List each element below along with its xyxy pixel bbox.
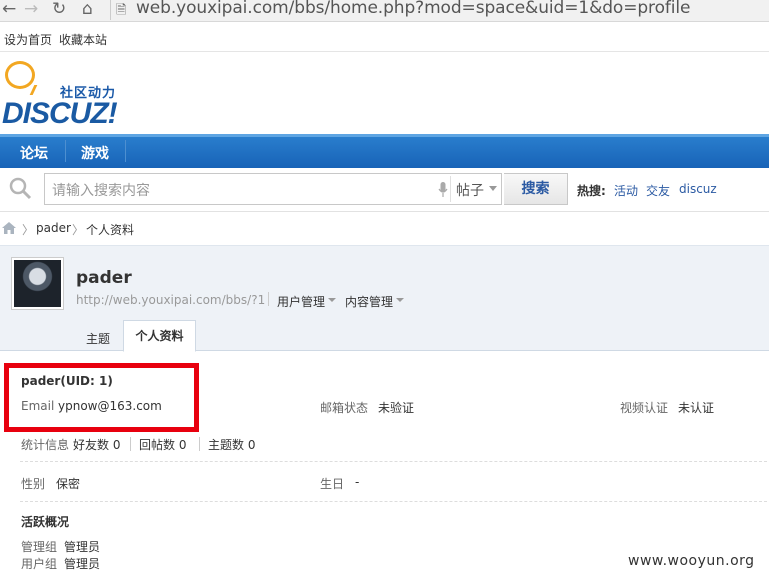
nav-item-forum[interactable]: 论坛	[20, 143, 48, 163]
set-home-link[interactable]: 设为首页	[4, 31, 52, 48]
nav-divider	[65, 140, 66, 162]
birthday-value: -	[355, 475, 360, 489]
search-button[interactable]: 搜索	[504, 173, 568, 205]
arrow-left-icon[interactable]: ←	[2, 0, 16, 18]
address-bar[interactable]: web.youxipai.com/bbs/home.php?mod=space&…	[136, 0, 690, 18]
search-type-select[interactable]: 帖子	[456, 180, 484, 200]
profile-url[interactable]: http://web.youxipai.com/bbs/?1	[76, 293, 265, 307]
chevron-down-icon	[396, 298, 404, 302]
address-bar-border	[110, 0, 111, 20]
admin-group-value[interactable]: 管理员	[64, 538, 100, 555]
breadcrumb-user[interactable]: pader	[36, 221, 71, 235]
logo-wordmark[interactable]: DISCUZ!	[2, 97, 118, 131]
hot-link[interactable]: 交友	[646, 182, 670, 199]
divider	[130, 437, 131, 451]
stats-label: 统计信息	[21, 438, 70, 452]
admin-group-label: 管理组	[21, 540, 58, 554]
avatar[interactable]	[11, 257, 64, 310]
breadcrumb-home-icon[interactable]	[2, 222, 16, 234]
divider	[20, 461, 767, 462]
home-icon[interactable]: ⌂	[82, 0, 93, 18]
breadcrumb-current: 个人资料	[86, 223, 135, 237]
avatar-image	[14, 260, 61, 307]
hot-link[interactable]: 活动	[614, 182, 638, 199]
chevron-down-icon	[489, 186, 497, 191]
highlight-box	[4, 363, 199, 432]
user-manage-menu[interactable]: 用户管理	[277, 293, 325, 310]
hot-link[interactable]: discuz	[679, 182, 717, 196]
bookmark-link[interactable]: 收藏本站	[59, 31, 107, 48]
gender-value: 保密	[56, 477, 81, 491]
hot-search-label: 热搜:	[577, 184, 606, 198]
microphone-icon[interactable]	[438, 182, 448, 198]
mail-status-label: 邮箱状态	[320, 401, 369, 415]
nav-divider	[125, 140, 126, 162]
search-divider	[450, 176, 451, 202]
reload-icon[interactable]: ↻	[52, 0, 66, 18]
profile-name: pader	[76, 268, 132, 288]
page-icon: 🗎	[116, 3, 127, 18]
threads-count[interactable]: 主题数 0	[208, 436, 255, 453]
content-manage-menu[interactable]: 内容管理	[345, 293, 393, 310]
breadcrumb-separator: 〉	[72, 223, 85, 237]
friends-count[interactable]: 好友数 0	[73, 436, 120, 453]
search-icon	[9, 177, 32, 200]
main-nav-highlight	[0, 134, 769, 137]
logo-bubble-icon	[5, 61, 35, 89]
divider	[20, 501, 767, 502]
user-group-label: 用户组	[21, 557, 58, 571]
mail-status-value: 未验证	[378, 401, 415, 415]
divider	[199, 437, 200, 451]
search-input[interactable]: 请输入搜索内容	[52, 180, 150, 200]
nav-item-games[interactable]: 游戏	[81, 143, 109, 163]
tab-topics[interactable]: 主题	[86, 330, 110, 347]
user-group-value[interactable]: 管理员	[64, 555, 100, 572]
replies-count[interactable]: 回帖数 0	[139, 436, 186, 453]
watermark: www.wooyun.org	[628, 553, 755, 569]
top-links-bar: 设为首页 收藏本站	[0, 22, 769, 52]
birthday-label: 生日	[320, 477, 345, 491]
chevron-down-icon	[328, 298, 336, 302]
gender-label: 性别	[21, 477, 46, 491]
breadcrumb-separator: 〉	[22, 223, 35, 237]
site-header: 社区动力 DISCUZ!	[0, 52, 769, 134]
arrow-right-icon[interactable]: →	[24, 0, 38, 18]
divider	[268, 292, 269, 306]
video-auth-value: 未认证	[678, 401, 715, 415]
tab-profile[interactable]: 个人资料	[123, 320, 196, 352]
video-auth-label: 视频认证	[620, 401, 669, 415]
activity-title: 活跃概况	[21, 515, 70, 529]
main-nav	[0, 134, 769, 168]
